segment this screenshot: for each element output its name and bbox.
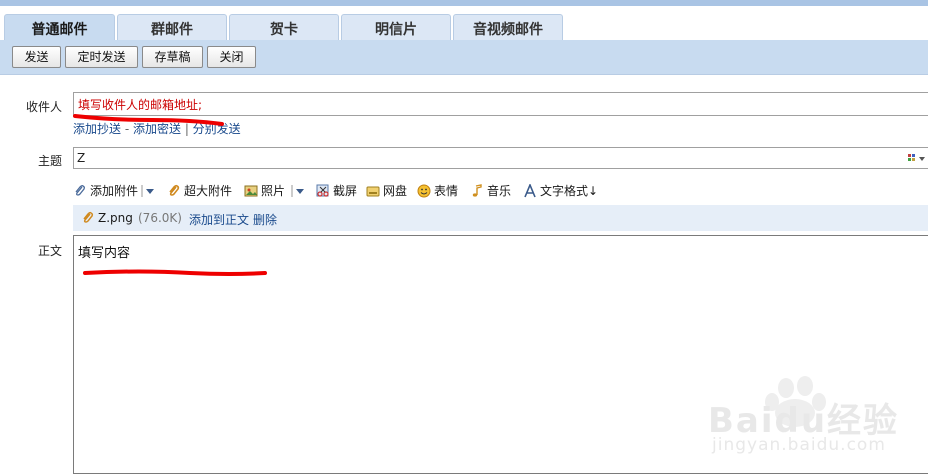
stationery-picker-icon[interactable] [908,153,926,163]
netdisk-label: 网盘 [383,184,408,198]
delete-attachment-link[interactable]: 删除 [253,211,277,228]
subject-value: Z [77,151,86,165]
music-note-icon [470,184,484,198]
disk-icon [366,184,380,198]
add-bcc-link[interactable]: 添加密送 [133,122,181,136]
body-label: 正文 [38,244,63,258]
scissors-icon [316,184,330,198]
music-button[interactable]: 音乐 [470,182,511,200]
photo-icon [244,184,258,198]
large-paperclip-icon [167,184,181,198]
emoji-label: 表情 [434,184,459,198]
smiley-icon [417,184,431,198]
photo-button[interactable]: 照片 [244,182,285,200]
close-button[interactable]: 关闭 [207,46,256,68]
photo-label: 照片 [261,184,286,198]
attachment-paperclip-icon [81,211,95,225]
add-cc-link[interactable]: 添加抄送 [73,122,121,136]
attachment-filename[interactable]: Z.png [98,211,133,225]
attachment-size: (76.0K) [138,211,182,225]
add-to-body-link[interactable]: 添加到正文 [189,211,249,228]
photo-dropdown-icon[interactable] [291,182,307,200]
send-button[interactable]: 发送 [12,46,61,68]
subject-input[interactable]: Z [73,147,928,169]
recipient-links: 添加抄送 - 添加密送 | 分别发送 [73,120,241,137]
body-content: 填写内容 [78,246,131,261]
separate-send-link[interactable]: 分别发送 [193,122,241,136]
netdisk-button[interactable]: 网盘 [366,182,407,200]
baidu-watermark: Baidu经验 jingyan.baidu.com [700,375,928,474]
attachment-dropdown-icon[interactable] [141,182,157,200]
save-draft-button[interactable]: 存草稿 [142,46,203,68]
screenshot-label: 截屏 [333,184,358,198]
large-attachment-label: 超大附件 [184,184,233,198]
subject-label: 主题 [38,154,63,168]
text-format-icon [523,182,537,198]
emoji-button[interactable]: 表情 [417,182,458,200]
screenshot-button[interactable]: 截屏 [316,182,357,200]
link-separator: | [181,122,193,136]
add-attachment-button[interactable]: 添加附件 [73,182,138,200]
text-format-button[interactable]: 文字格式↓ [523,182,598,200]
link-separator: - [121,122,133,136]
recipient-label: 收件人 [26,100,63,114]
scheduled-send-button[interactable]: 定时发送 [65,46,138,68]
tab-bar: 普通邮件 群邮件 贺卡 明信片 音视频邮件 [0,6,928,47]
recipient-input[interactable]: 填写收件人的邮箱地址; [73,92,928,116]
watermark-url: jingyan.baidu.com [712,435,886,455]
add-attachment-label: 添加附件 [90,184,139,198]
attachment-bar: Z.png (76.0K) 添加到正文 删除 [73,205,928,231]
paperclip-icon [73,184,87,198]
music-label: 音乐 [487,184,512,198]
large-attachment-button[interactable]: 超大附件 [167,182,232,200]
text-format-label: 文字格式↓ [540,184,599,198]
action-toolbar: 发送 定时发送 存草稿 关闭 [0,40,928,75]
recipient-value: 填写收件人的邮箱地址; [78,98,203,112]
